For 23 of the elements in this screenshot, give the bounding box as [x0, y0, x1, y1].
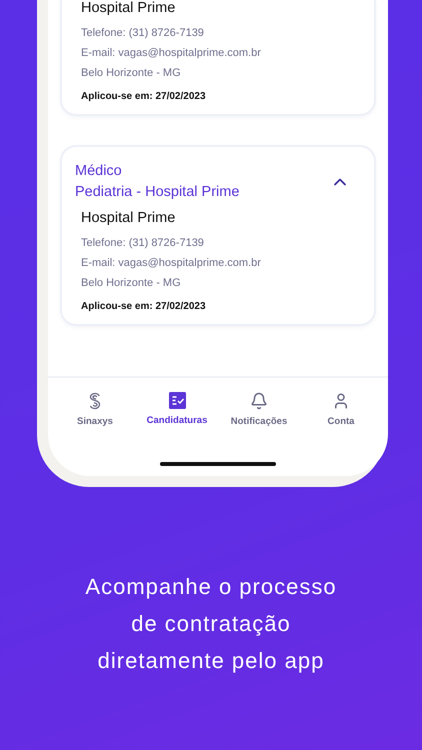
- applied-date: Aplicou-se em: 27/02/2023: [81, 91, 207, 102]
- email-text: E-mail: vagas@hospitalprime.com.br: [81, 46, 262, 61]
- caption-line: de contratação: [131, 610, 291, 636]
- caption-line: Acompanhe o processo: [85, 574, 337, 600]
- company-name: Hospital Prime: [81, 0, 176, 16]
- tab-bar-item[interactable]: Sinaxys: [54, 392, 136, 462]
- email-text: E-mail: vagas@hospitalprime.com.br: [81, 256, 262, 271]
- checklist-icon: [168, 392, 186, 409]
- phone-text: Telefone: (31) 8726-7139: [81, 236, 205, 251]
- tab-bar-item[interactable]: Candidaturas: [136, 392, 218, 462]
- logo-icon: [87, 392, 103, 410]
- job-title: Pediatria - Hospital Prime: [75, 184, 240, 200]
- location-text: Belo Horizonte - MG: [81, 66, 182, 81]
- user-icon: [332, 392, 350, 410]
- phone-text: Telefone: (31) 8726-7139: [81, 26, 205, 41]
- job-role: Médico: [75, 163, 123, 179]
- applied-date: Aplicou-se em: 27/02/2023: [81, 301, 207, 312]
- tab-bar-item[interactable]: Conta: [300, 392, 382, 462]
- tab-bar-item[interactable]: Notificações: [218, 392, 300, 462]
- caption-line: diretamente pelo app: [98, 648, 324, 674]
- bell-icon: [250, 392, 268, 410]
- location-text: Belo Horizonte - MG: [81, 276, 182, 291]
- company-name: Hospital Prime: [81, 210, 176, 226]
